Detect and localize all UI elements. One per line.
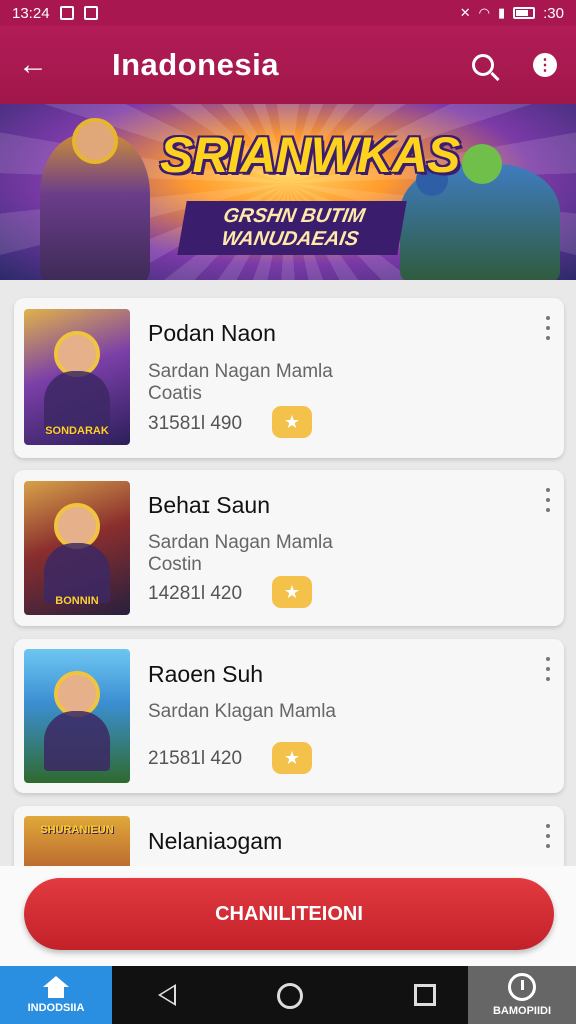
menu-dot (546, 326, 550, 330)
status-left: 13:24 (12, 5, 98, 22)
menu-dot (546, 844, 550, 848)
game-card[interactable]: SONDARAK Podan Naon Sardan Nagan Mamla C… (14, 298, 564, 458)
star-icon: ★ (283, 581, 301, 602)
banner-title: SRIANWKAS (160, 127, 460, 183)
game-subtitle-2: Costin (148, 554, 202, 575)
game-title: Behaɪ Saun (148, 492, 271, 518)
thumb-caption: BONNIN (55, 595, 99, 607)
thumb-body (44, 371, 110, 431)
thumb-body (44, 543, 110, 603)
star-icon: ★ (283, 411, 301, 432)
notification-icon (83, 6, 98, 20)
banner-hero-right-head (462, 144, 502, 184)
app-title: Inadonesia (112, 47, 279, 82)
bluetooth-icon: ✕ (459, 5, 471, 20)
card-menu-button[interactable] (538, 657, 558, 681)
game-subtitle: Sardan Klagan Mamla (148, 701, 336, 722)
card-menu-button[interactable] (538, 316, 558, 340)
game-card[interactable]: Raoen Suh Sardan Klagan Mamla 21581l 420… (14, 639, 564, 793)
game-thumbnail: BONNIN (24, 481, 130, 615)
home-icon (43, 976, 69, 998)
system-home-icon[interactable] (277, 983, 303, 1009)
game-stats: 21581l 420 (148, 748, 243, 769)
promo-banner[interactable]: SRIANWKAS GRSHN BUTIM WANUDAEAIS (0, 104, 576, 280)
primary-cta-button[interactable]: CHANILITEIONI (24, 878, 554, 950)
menu-dot (546, 824, 550, 828)
signal-icon: ▮ (497, 5, 506, 20)
star-badge[interactable]: ★ (272, 406, 312, 438)
card-menu-button[interactable] (538, 824, 558, 848)
game-stats: 31581l 490 (148, 413, 243, 434)
menu-dot (546, 498, 550, 502)
app-bar: ← Inadonesia ⋮ (0, 26, 576, 104)
star-icon: ★ (283, 747, 301, 768)
info-icon: ⋮ (533, 53, 557, 77)
clock-icon (508, 973, 536, 1001)
status-right: ✕ ◠ ▮ :30 (460, 5, 564, 22)
bottom-nav: INDODSIIA BAMOPIIDI (0, 966, 576, 1024)
image-icon (59, 6, 74, 20)
thumb-body (44, 711, 110, 771)
app-actions: ⋮ (452, 26, 576, 104)
banner-hero-left-head (72, 118, 118, 164)
back-button[interactable]: ← (0, 26, 66, 104)
status-bar: 13:24 ✕ ◠ ▮ :30 (0, 0, 576, 26)
nav-home-label: INDODSIIA (27, 1002, 85, 1014)
menu-dot (546, 667, 550, 671)
system-recents-icon[interactable] (414, 984, 436, 1006)
game-subtitle: Sardan Nagan Mamla (148, 532, 333, 553)
menu-dot (546, 657, 550, 661)
cta-area: CHANILITEIONI (0, 866, 576, 966)
game-subtitle: Sardan Nagan Mamla (148, 361, 333, 382)
menu-dot (546, 834, 550, 838)
more-button[interactable]: ⋮ (514, 26, 576, 104)
thumb-caption: SHURANIEUN (40, 824, 114, 836)
game-title: Raoen Suh (148, 661, 264, 687)
game-title: Podan Naon (148, 320, 276, 346)
battery-icon (513, 7, 536, 19)
wifi-icon: ◠ (478, 5, 490, 20)
card-menu-button[interactable] (538, 488, 558, 512)
game-subtitle-2: Coatis (148, 383, 202, 404)
menu-dot (546, 508, 550, 512)
back-arrow-icon: ← (18, 48, 48, 81)
nav-right-tab[interactable]: BAMOPIIDI (468, 966, 576, 1024)
star-badge[interactable]: ★ (272, 576, 312, 608)
system-back-icon[interactable] (158, 984, 176, 1006)
status-time: 13:24 (12, 4, 50, 22)
game-title: Nelaniaɔgam (148, 828, 283, 854)
game-thumbnail: SONDARAK (24, 309, 130, 445)
battery-text: :30 (543, 4, 564, 22)
menu-dot (546, 336, 550, 340)
menu-dot (546, 316, 550, 320)
game-thumbnail (24, 649, 130, 783)
nav-right-label: BAMOPIIDI (492, 1005, 552, 1017)
star-badge[interactable]: ★ (272, 742, 312, 774)
game-stats: 14281l 420 (148, 583, 243, 604)
search-icon (472, 54, 494, 76)
thumb-caption: SONDARAK (45, 425, 109, 437)
menu-dot (546, 677, 550, 681)
nav-home-tab[interactable]: INDODSIIA (0, 966, 112, 1024)
menu-dot (546, 488, 550, 492)
game-card[interactable]: BONNIN Behaɪ Saun Sardan Nagan Mamla Cos… (14, 470, 564, 626)
search-button[interactable] (452, 26, 514, 104)
banner-subtitle: GRSHN BUTIM WANUDAEAIS (177, 201, 407, 255)
